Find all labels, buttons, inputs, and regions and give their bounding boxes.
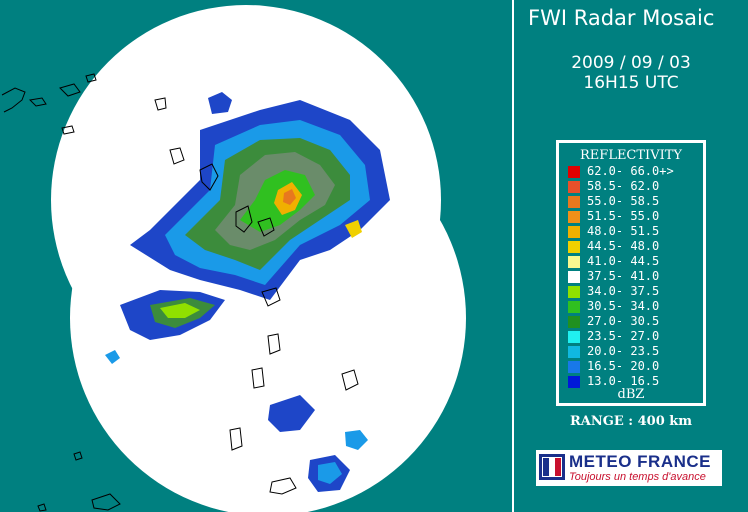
- legend-item: 58.5- 62.0: [568, 179, 708, 195]
- legend-item: 23.5- 27.0: [568, 329, 708, 345]
- legend-item: 44.5- 48.0: [568, 239, 708, 255]
- legend-swatch: [568, 331, 580, 343]
- date-label: 2009 / 09 / 03: [571, 53, 691, 73]
- legend-item-label: 27.0- 30.5: [587, 314, 660, 328]
- legend-item-label: 55.0- 58.5: [587, 194, 660, 208]
- legend-item-label: 20.0- 23.5: [587, 344, 660, 358]
- legend-item: 27.0- 30.5: [568, 314, 708, 330]
- legend-swatch: [568, 316, 580, 328]
- info-panel: FWI Radar Mosaic 2009 / 09 / 03 16H15 UT…: [514, 0, 748, 512]
- legend-swatch: [568, 286, 580, 298]
- legend-item: 55.0- 58.5: [568, 194, 708, 210]
- legend-swatch: [568, 271, 580, 283]
- legend-swatch: [568, 181, 580, 193]
- meteo-france-emblem-icon: [539, 454, 565, 480]
- time-label: 16H15 UTC: [583, 73, 679, 93]
- legend-swatch: [568, 346, 580, 358]
- legend-item-label: 30.5- 34.0: [587, 299, 660, 313]
- legend-swatch: [568, 361, 580, 373]
- page-title: FWI Radar Mosaic: [528, 6, 715, 30]
- legend-item: 51.5- 55.0: [568, 209, 708, 225]
- legend-item-label: 58.5- 62.0: [587, 179, 660, 193]
- legend-item-label: 44.5- 48.0: [587, 239, 660, 253]
- legend-item-label: 41.0- 44.5: [587, 254, 660, 268]
- radar-map: [0, 0, 512, 512]
- legend-swatch: [568, 301, 580, 313]
- legend-item-label: 23.5- 27.0: [587, 329, 660, 343]
- legend-item: 16.5- 20.0: [568, 359, 708, 375]
- legend-item: 48.0- 51.5: [568, 224, 708, 240]
- reflectivity-legend: REFLECTIVITY 62.0- 66.0+> 58.5- 62.0 55.0-…: [556, 140, 706, 406]
- legend-item-label: 51.5- 55.0: [587, 209, 660, 223]
- legend-item-label: 48.0- 51.5: [587, 224, 660, 238]
- legend-unit: dBZ: [617, 387, 645, 402]
- legend-item-label: 62.0- 66.0+>: [587, 164, 674, 178]
- legend-swatch: [568, 196, 580, 208]
- legend-item-label: 13.0- 16.5: [587, 374, 660, 388]
- legend-swatch: [568, 211, 580, 223]
- legend-item-label: 16.5- 20.0: [587, 359, 660, 373]
- logo-name: METEO FRANCE: [569, 452, 711, 471]
- legend-item: 34.0- 37.5: [568, 284, 708, 300]
- logo-tagline: Toujours un temps d'avance: [569, 471, 706, 483]
- legend-item: 30.5- 34.0: [568, 299, 708, 315]
- legend-item-label: 34.0- 37.5: [587, 284, 660, 298]
- legend-item: 41.0- 44.5: [568, 254, 708, 270]
- legend-swatch: [568, 166, 580, 178]
- meteo-france-logo: METEO FRANCE Toujours un temps d'avance: [536, 450, 722, 486]
- range-label: RANGE : 400 km: [569, 414, 693, 429]
- legend-swatch: [568, 241, 580, 253]
- legend-item: 62.0- 66.0+>: [568, 164, 708, 180]
- legend-item-label: 37.5- 41.0: [587, 269, 660, 283]
- legend-swatch: [568, 256, 580, 268]
- legend-item: 20.0- 23.5: [568, 344, 708, 360]
- legend-title: REFLECTIVITY: [580, 148, 682, 163]
- legend-item: 37.5- 41.0: [568, 269, 708, 285]
- legend-swatch: [568, 226, 580, 238]
